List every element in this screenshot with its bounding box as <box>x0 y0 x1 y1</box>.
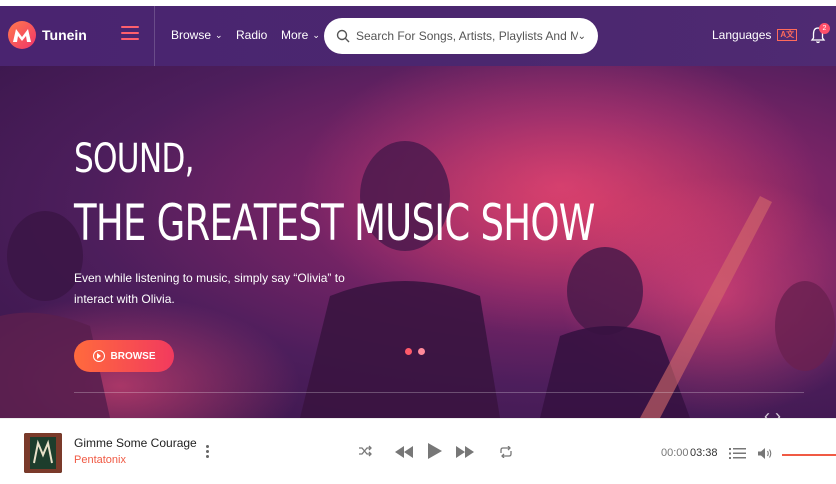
shuffle-icon[interactable] <box>358 445 372 457</box>
browse-button[interactable]: BROWSE <box>74 340 174 372</box>
nav-divider <box>154 6 155 66</box>
total-time: 03:38 <box>690 447 718 459</box>
repeat-icon[interactable] <box>499 446 513 458</box>
navbar: Tunein Browse ⌄ Radio More ⌄ ⌄ Languages… <box>0 6 836 66</box>
menu-icon[interactable] <box>121 26 139 42</box>
music-player: Gimme Some Courage Pentatonix 00:00 03:3… <box>0 418 836 484</box>
language-icon: A文 <box>777 29 798 41</box>
hero-divider <box>74 392 804 393</box>
chevron-down-icon: ⌄ <box>215 29 223 40</box>
track-title[interactable]: Gimme Some Courage <box>74 436 197 450</box>
hero-banner: SOUND, THE GREATEST MUSIC SHOW Even whil… <box>0 66 836 418</box>
more-vertical-icon[interactable] <box>206 445 210 460</box>
nav-radio[interactable]: Radio <box>236 28 267 42</box>
browse-button-label: BROWSE <box>110 350 156 362</box>
languages-label: Languages <box>712 28 772 42</box>
notification-badge: 2 <box>819 23 830 34</box>
nav-more-label: More <box>281 28 309 42</box>
logo-icon <box>8 21 36 49</box>
nav-more[interactable]: More ⌄ <box>281 28 320 42</box>
brand-logo[interactable]: Tunein <box>8 18 87 52</box>
nav-radio-label: Radio <box>236 28 268 42</box>
track-artist[interactable]: Pentatonix <box>74 454 126 466</box>
search-icon <box>336 29 350 43</box>
brand-name: Tunein <box>42 27 87 43</box>
hero-title-line2: THE GREATEST MUSIC SHOW <box>74 194 595 252</box>
volume-slider[interactable] <box>782 454 836 456</box>
search-bar: ⌄ <box>324 18 598 54</box>
current-time: 00:00 <box>661 447 689 459</box>
volume-icon[interactable] <box>758 448 773 459</box>
play-circle-icon <box>92 350 105 362</box>
chevron-down-icon: ⌄ <box>312 29 320 40</box>
carousel-arrows[interactable]: ‹ › <box>764 406 781 418</box>
search-chevron-down-icon[interactable]: ⌄ <box>578 31 586 42</box>
carousel-dot[interactable] <box>418 348 425 355</box>
search-input[interactable] <box>356 29 578 43</box>
hero-description: Even while listening to music, simply sa… <box>74 271 345 306</box>
carousel-dot-active[interactable] <box>405 348 412 355</box>
hero-title-line1: SOUND, <box>74 136 195 182</box>
album-art[interactable] <box>24 433 62 473</box>
rewind-icon[interactable] <box>395 446 413 458</box>
languages-button[interactable]: Languages A文 <box>712 28 798 42</box>
nav-browse-label: Browse <box>171 28 212 42</box>
play-icon[interactable] <box>428 443 442 459</box>
queue-list-icon[interactable] <box>729 448 746 459</box>
nav-browse[interactable]: Browse ⌄ <box>171 28 223 42</box>
fast-forward-icon[interactable] <box>456 446 474 458</box>
